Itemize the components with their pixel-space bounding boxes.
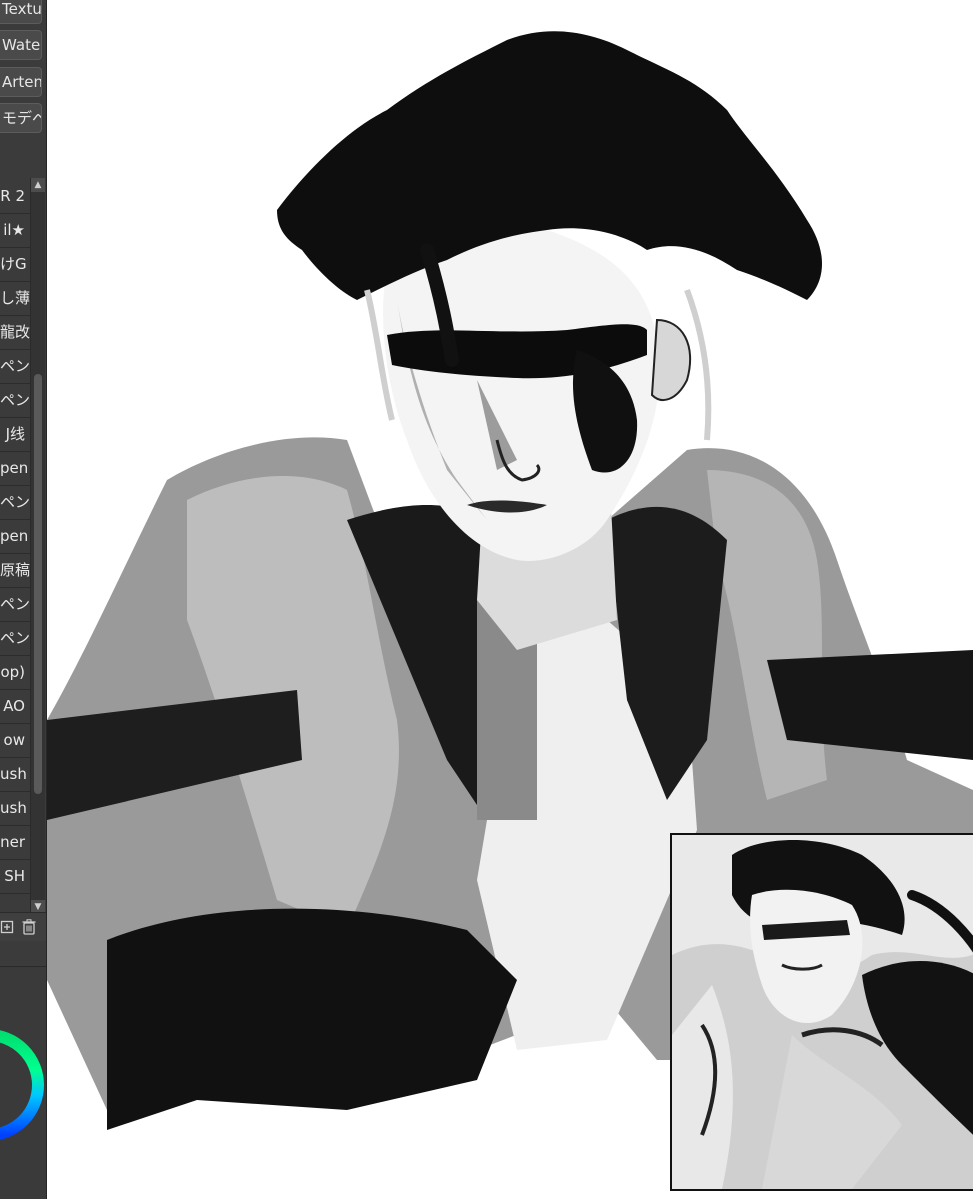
scroll-thumb[interactable] (34, 374, 42, 794)
brush-item[interactable]: op) (0, 656, 30, 690)
brush-group-artem[interactable]: Arten (0, 67, 42, 97)
brush-item[interactable]: ush (0, 792, 30, 826)
brush-item[interactable]: ペン (0, 384, 30, 418)
chevron-up-icon[interactable]: ▲ (31, 178, 45, 192)
brush-item[interactable]: SH (0, 860, 30, 894)
brush-item[interactable]: けG (0, 248, 30, 282)
brush-item[interactable]: 龍改 (0, 316, 30, 350)
trash-icon[interactable] (21, 919, 37, 935)
manga-reference-art (672, 835, 973, 1189)
brush-list-scrollbar[interactable]: ▲ ▼ (30, 178, 45, 914)
brush-item[interactable]: il★ (0, 214, 30, 248)
brush-item[interactable]: し薄 (0, 282, 30, 316)
brush-item[interactable]: J线 (0, 418, 30, 452)
color-wheel-icon[interactable] (0, 967, 46, 1199)
add-subtool-icon[interactable] (0, 919, 16, 935)
brush-item[interactable]: ペン² (0, 588, 30, 622)
brush-item[interactable]: 原稿 (0, 554, 30, 588)
brush-group-watercolor[interactable]: Wate (0, 30, 42, 60)
brush-item[interactable]: ner (0, 826, 30, 860)
reference-image (670, 833, 973, 1191)
brush-item[interactable]: ペン (0, 350, 30, 384)
brush-item[interactable]: ow (0, 724, 30, 758)
brush-item[interactable]: ペン (0, 622, 30, 656)
brush-group-modeba[interactable]: モデベ (0, 103, 42, 133)
brush-item[interactable]: ush (0, 758, 30, 792)
brush-item[interactable]: pen (0, 452, 30, 486)
subtool-footer (0, 912, 46, 941)
brush-item[interactable]: pen (0, 520, 30, 554)
brush-list: R 2 il★ けG し薄 龍改 ペン ペン J线 pen ペン pen 原稿 … (0, 180, 30, 914)
brush-panel: Textu Wate Arten モデベ R 2 il★ けG し薄 龍改 ペン… (0, 0, 47, 1199)
brush-item[interactable]: ペン (0, 486, 30, 520)
drawing-canvas[interactable] (47, 0, 973, 1199)
brush-item[interactable]: AO (0, 690, 30, 724)
color-wheel-panel (0, 966, 46, 1199)
brush-group-texture[interactable]: Textu (0, 0, 42, 24)
brush-item[interactable]: R 2 (0, 180, 30, 214)
